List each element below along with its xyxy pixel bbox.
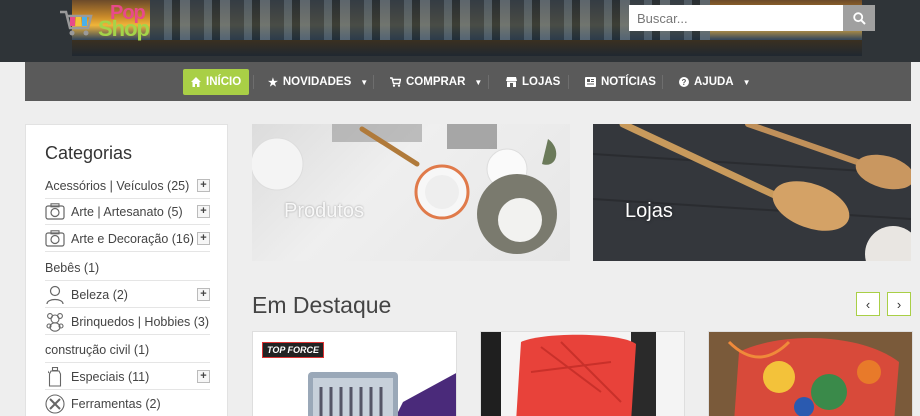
carousel-next-button[interactable]: › bbox=[887, 292, 911, 316]
nav-divider bbox=[253, 75, 254, 89]
category-label: Arte e Decoração (16) bbox=[71, 231, 194, 246]
person-icon bbox=[45, 285, 65, 305]
product-image-tool-set bbox=[308, 372, 456, 416]
nav-divider bbox=[662, 75, 663, 89]
nav-comprar[interactable]: COMPRAR ▼ bbox=[390, 69, 482, 95]
expand-plus-icon[interactable]: + bbox=[197, 179, 210, 192]
featured-title: Em Destaque bbox=[252, 292, 392, 318]
category-item[interactable]: Beleza (2) + bbox=[45, 282, 210, 308]
store-icon bbox=[506, 77, 517, 87]
category-item[interactable]: Brinquedos | Hobbies (3) bbox=[45, 309, 210, 335]
search-input[interactable] bbox=[629, 5, 843, 31]
expand-plus-icon[interactable]: + bbox=[197, 232, 210, 245]
wooden-spoons-photo bbox=[593, 124, 911, 261]
categories-sidebar: Categorias Acessórios | Veículos (25) + … bbox=[25, 124, 228, 416]
promo-label: Lojas bbox=[625, 200, 673, 222]
lake-image bbox=[72, 40, 862, 56]
nav-lojas[interactable]: LOJAS bbox=[506, 69, 560, 95]
logo[interactable]: Pop Shop bbox=[58, 2, 158, 42]
chevron-down-icon: ▼ bbox=[742, 77, 751, 87]
promo-lojas-banner[interactable]: Lojas bbox=[593, 124, 911, 261]
nav-inicio[interactable]: INÍCIO bbox=[183, 69, 250, 95]
category-label: Beleza (2) bbox=[71, 287, 128, 302]
carousel-prev-button[interactable]: ‹ bbox=[856, 292, 880, 316]
category-item[interactable]: Bebês (1) bbox=[45, 255, 210, 281]
help-icon: ? bbox=[679, 77, 689, 87]
nav-divider bbox=[488, 75, 489, 89]
nav-divider bbox=[373, 75, 374, 89]
svg-text:?: ? bbox=[682, 78, 687, 87]
search-form bbox=[629, 5, 875, 31]
promo-produtos-banner[interactable]: Produtos bbox=[252, 124, 570, 261]
logo-text-shop: Shop bbox=[98, 16, 150, 41]
category-item[interactable]: Arte | Artesanato (5) + bbox=[45, 199, 210, 225]
nav-novidades[interactable]: ★ NOVIDADES ▼ bbox=[268, 69, 368, 95]
chevron-down-icon: ▼ bbox=[360, 77, 369, 87]
expand-plus-icon[interactable]: + bbox=[197, 288, 210, 301]
search-icon bbox=[852, 11, 866, 25]
tools-icon bbox=[45, 393, 65, 414]
nav-divider bbox=[568, 75, 569, 89]
nav-label: AJUDA bbox=[694, 76, 734, 88]
category-label: Arte | Artesanato (5) bbox=[71, 204, 183, 219]
home-icon bbox=[191, 77, 201, 87]
category-label: Ferramentas (2) bbox=[71, 396, 161, 411]
nav-label: COMPRAR bbox=[406, 76, 466, 88]
camera-icon bbox=[45, 202, 65, 222]
main-nav: INÍCIO ★ NOVIDADES ▼ COMPRAR ▼ LOJAS NOT… bbox=[25, 62, 911, 101]
header: Pop Shop bbox=[0, 0, 920, 62]
chevron-down-icon: ▼ bbox=[474, 77, 483, 87]
cart-logo-icon bbox=[60, 10, 93, 36]
promo-label: Produtos bbox=[284, 200, 365, 222]
bottle-icon bbox=[45, 366, 65, 387]
teddy-bear-icon bbox=[45, 312, 65, 332]
nav-label: INÍCIO bbox=[206, 76, 242, 88]
category-item[interactable]: Especiais (11) + bbox=[45, 364, 210, 390]
product-card[interactable]: TOP FORCE bbox=[252, 331, 457, 416]
search-button[interactable] bbox=[843, 5, 875, 31]
sidebar-title: Categorias bbox=[45, 143, 133, 163]
category-item[interactable]: construção civil (1) bbox=[45, 337, 210, 363]
product-image-red-dress bbox=[481, 332, 684, 416]
expand-plus-icon[interactable]: + bbox=[197, 205, 210, 218]
product-card[interactable] bbox=[708, 331, 913, 416]
category-label: Acessórios | Veículos (25) bbox=[45, 178, 190, 193]
nav-label: LOJAS bbox=[522, 76, 561, 88]
category-label: Brinquedos | Hobbies (3) bbox=[71, 314, 210, 329]
expand-plus-icon[interactable]: + bbox=[197, 370, 210, 383]
category-label: construção civil (1) bbox=[45, 342, 150, 357]
cart-icon bbox=[390, 77, 401, 87]
kitchenware-photo bbox=[252, 124, 557, 254]
category-item[interactable]: Acessórios | Veículos (25) + bbox=[45, 173, 210, 199]
product-card[interactable] bbox=[480, 331, 685, 416]
newspaper-icon bbox=[585, 77, 596, 87]
city-skyline-image bbox=[150, 0, 710, 40]
nav-label: NOVIDADES bbox=[282, 76, 352, 88]
category-item[interactable]: Arte e Decoração (16) + bbox=[45, 226, 210, 252]
camera-icon bbox=[45, 229, 65, 249]
nav-label: NOTÍCIAS bbox=[601, 76, 656, 88]
category-label: Especiais (11) bbox=[71, 369, 150, 384]
category-item[interactable]: Ferramentas (2) bbox=[45, 391, 210, 416]
star-icon: ★ bbox=[268, 76, 278, 89]
category-label: Bebês (1) bbox=[45, 260, 100, 275]
product-image-bikini bbox=[709, 332, 912, 416]
nav-ajuda[interactable]: ? AJUDA ▼ bbox=[679, 69, 751, 95]
nav-noticias[interactable]: NOTÍCIAS bbox=[585, 69, 656, 95]
